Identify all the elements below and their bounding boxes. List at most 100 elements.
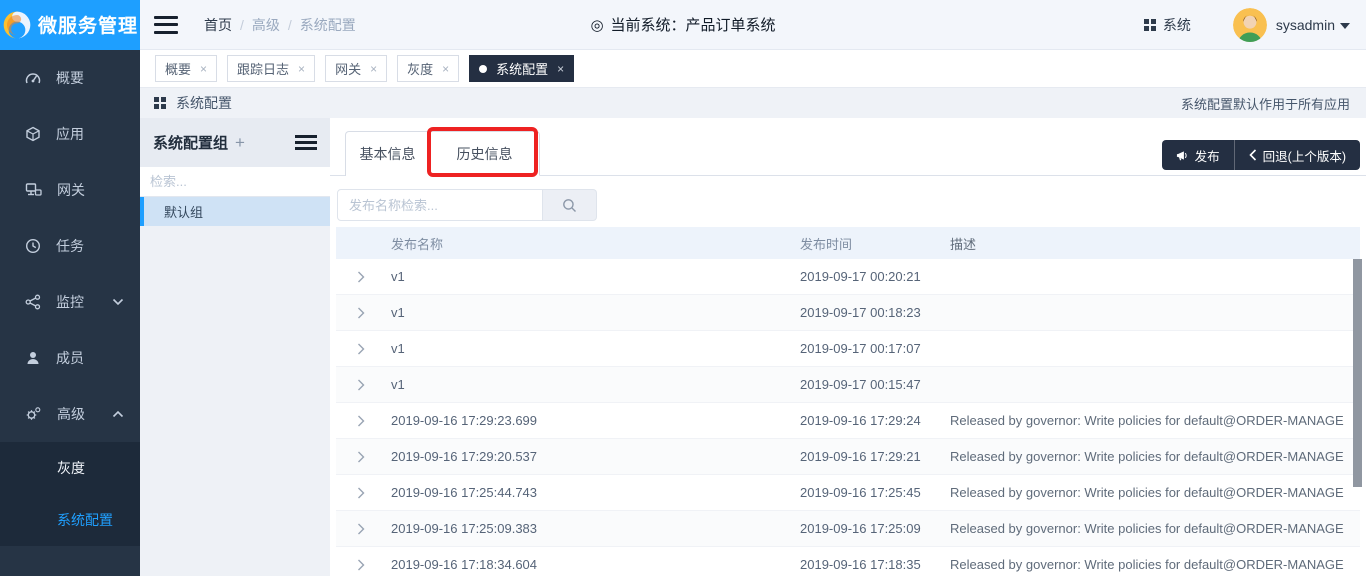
member-icon — [25, 350, 41, 366]
sidebar-subitem-gray-release[interactable]: 灰度 — [0, 442, 140, 494]
sidebar-item-label: 网关 — [57, 180, 85, 200]
table-row[interactable]: 2019-09-16 17:29:20.537 2019-09-16 17:29… — [336, 439, 1360, 475]
opened-tab-gray-release[interactable]: 灰度× — [397, 55, 459, 82]
sidebar: 概要 应用 网关 任务 监控 成员 高级 灰度 系统配置 — [0, 50, 140, 576]
app-logo[interactable]: 微服务管理 — [0, 0, 140, 50]
table-row[interactable]: 2019-09-16 17:18:34.604 2019-09-16 17:18… — [336, 547, 1360, 576]
expand-chevron-icon[interactable] — [336, 451, 391, 463]
chevron-up-icon — [112, 410, 124, 418]
username-label: sysadmin — [1276, 17, 1335, 33]
grid-icon — [1144, 19, 1156, 31]
sidebar-toggle-hamburger-icon[interactable] — [154, 16, 178, 34]
grid-icon — [154, 97, 166, 109]
expand-chevron-icon[interactable] — [336, 559, 391, 571]
chevron-down-icon — [112, 298, 124, 306]
sidebar-submenu-advanced: 灰度 系统配置 — [0, 442, 140, 546]
avatar[interactable] — [1233, 8, 1267, 42]
release-desc-cell: Released by governor: Write policies for… — [950, 485, 1360, 500]
close-icon[interactable]: × — [200, 62, 207, 76]
breadcrumb-advanced[interactable]: 高级 — [252, 15, 280, 35]
breadcrumb-home[interactable]: 首页 — [204, 15, 232, 35]
table-row[interactable]: 2019-09-16 17:25:09.383 2019-09-16 17:25… — [336, 511, 1360, 547]
sidebar-item-label: 成员 — [56, 348, 84, 368]
opened-tab-trace-log[interactable]: 跟踪日志× — [227, 55, 315, 82]
opened-tab-gateway[interactable]: 网关× — [325, 55, 387, 82]
release-name-cell: v1 — [391, 377, 800, 392]
release-time-cell: 2019-09-17 00:18:23 — [800, 305, 950, 320]
table-row[interactable]: v1 2019-09-17 00:20:21 — [336, 259, 1360, 295]
sidebar-item-label: 高级 — [57, 404, 85, 424]
expand-chevron-icon[interactable] — [336, 343, 391, 355]
tab-history-info[interactable]: 历史信息 — [430, 131, 540, 176]
megaphone-icon — [1176, 149, 1189, 162]
table-row[interactable]: v1 2019-09-17 00:15:47 — [336, 367, 1360, 403]
table-row[interactable]: v1 2019-09-17 00:17:07 — [336, 331, 1360, 367]
tab-basic-info[interactable]: 基本信息 — [345, 131, 430, 176]
expand-chevron-icon[interactable] — [336, 523, 391, 535]
monitor-share-icon — [25, 294, 41, 310]
advanced-gear-icon — [25, 406, 42, 422]
main-content: 基本信息 历史信息 发布 回退(上个版本) 发布名称 发布时间 描述 — [330, 118, 1366, 576]
release-search-button[interactable] — [543, 189, 597, 221]
sidebar-subitem-system-config[interactable]: 系统配置 — [0, 494, 140, 546]
user-menu[interactable]: sysadmin — [1276, 17, 1350, 33]
expand-chevron-icon[interactable] — [336, 415, 391, 427]
eye-icon: ◎ — [590, 16, 603, 34]
search-icon — [562, 198, 577, 213]
sidebar-subitem-label: 系统配置 — [57, 510, 113, 530]
release-name-cell: v1 — [391, 305, 800, 320]
sidebar-item-members[interactable]: 成员 — [0, 330, 140, 386]
system-menu-label: 系统 — [1163, 15, 1191, 35]
topbar-right: 系统 sysadmin — [1144, 8, 1366, 42]
app-title: 微服务管理 — [38, 11, 138, 38]
rollback-button[interactable]: 回退(上个版本) — [1235, 140, 1360, 170]
sidebar-item-label: 概要 — [56, 68, 84, 88]
column-header-name: 发布名称 — [391, 234, 800, 253]
release-name-cell: 2019-09-16 17:29:23.699 — [391, 413, 800, 428]
rollback-button-label: 回退(上个版本) — [1263, 146, 1346, 165]
table-row[interactable]: 2019-09-16 17:29:23.699 2019-09-16 17:29… — [336, 403, 1360, 439]
expand-chevron-icon[interactable] — [336, 307, 391, 319]
close-icon[interactable]: × — [370, 62, 377, 76]
group-search-input[interactable] — [150, 174, 326, 189]
release-time-cell: 2019-09-17 00:17:07 — [800, 341, 950, 356]
table-row[interactable]: 2019-09-16 17:25:44.743 2019-09-16 17:25… — [336, 475, 1360, 511]
sidebar-item-advanced[interactable]: 高级 — [0, 386, 140, 442]
table-body: v1 2019-09-17 00:20:21 v1 2019-09-17 00:… — [336, 259, 1360, 576]
expand-chevron-icon[interactable] — [336, 271, 391, 283]
system-menu[interactable]: 系统 — [1144, 15, 1191, 35]
group-panel-header: 系统配置组 + — [140, 118, 330, 167]
close-icon[interactable]: × — [298, 62, 305, 76]
close-icon[interactable]: × — [442, 62, 449, 76]
release-desc-cell: Released by governor: Write policies for… — [950, 557, 1360, 572]
sidebar-item-tasks[interactable]: 任务 — [0, 218, 140, 274]
tab-label: 系统配置 — [496, 59, 548, 78]
sidebar-item-applications[interactable]: 应用 — [0, 106, 140, 162]
page-title: 系统配置 — [176, 93, 232, 113]
table-row[interactable]: v1 2019-09-17 00:18:23 — [336, 295, 1360, 331]
opened-tab-system-config[interactable]: 系统配置 × — [469, 55, 574, 82]
release-time-cell: 2019-09-16 17:29:24 — [800, 413, 950, 428]
expand-chevron-icon[interactable] — [336, 379, 391, 391]
group-search — [140, 167, 330, 197]
task-clock-icon — [25, 238, 41, 254]
release-name-cell: v1 — [391, 269, 800, 284]
publish-button[interactable]: 发布 — [1162, 140, 1235, 170]
add-group-button[interactable]: + — [235, 133, 245, 153]
close-icon[interactable]: × — [557, 62, 564, 76]
group-panel-menu-icon[interactable] — [295, 135, 317, 150]
group-item-default[interactable]: 默认组 — [140, 197, 330, 226]
sidebar-item-label: 任务 — [56, 236, 84, 256]
detail-tabs: 基本信息 历史信息 发布 回退(上个版本) — [330, 118, 1366, 176]
release-search-input[interactable] — [337, 189, 543, 221]
opened-tab-overview[interactable]: 概要× — [155, 55, 217, 82]
release-desc-cell: Released by governor: Write policies for… — [950, 521, 1360, 536]
sidebar-item-gateway[interactable]: 网关 — [0, 162, 140, 218]
vertical-scrollbar[interactable] — [1353, 259, 1362, 487]
sidebar-item-overview[interactable]: 概要 — [0, 50, 140, 106]
expand-chevron-icon[interactable] — [336, 487, 391, 499]
group-item-label: 默认组 — [164, 202, 203, 221]
tab-label: 历史信息 — [457, 144, 513, 164]
chevron-down-icon — [1340, 23, 1350, 29]
sidebar-item-monitoring[interactable]: 监控 — [0, 274, 140, 330]
